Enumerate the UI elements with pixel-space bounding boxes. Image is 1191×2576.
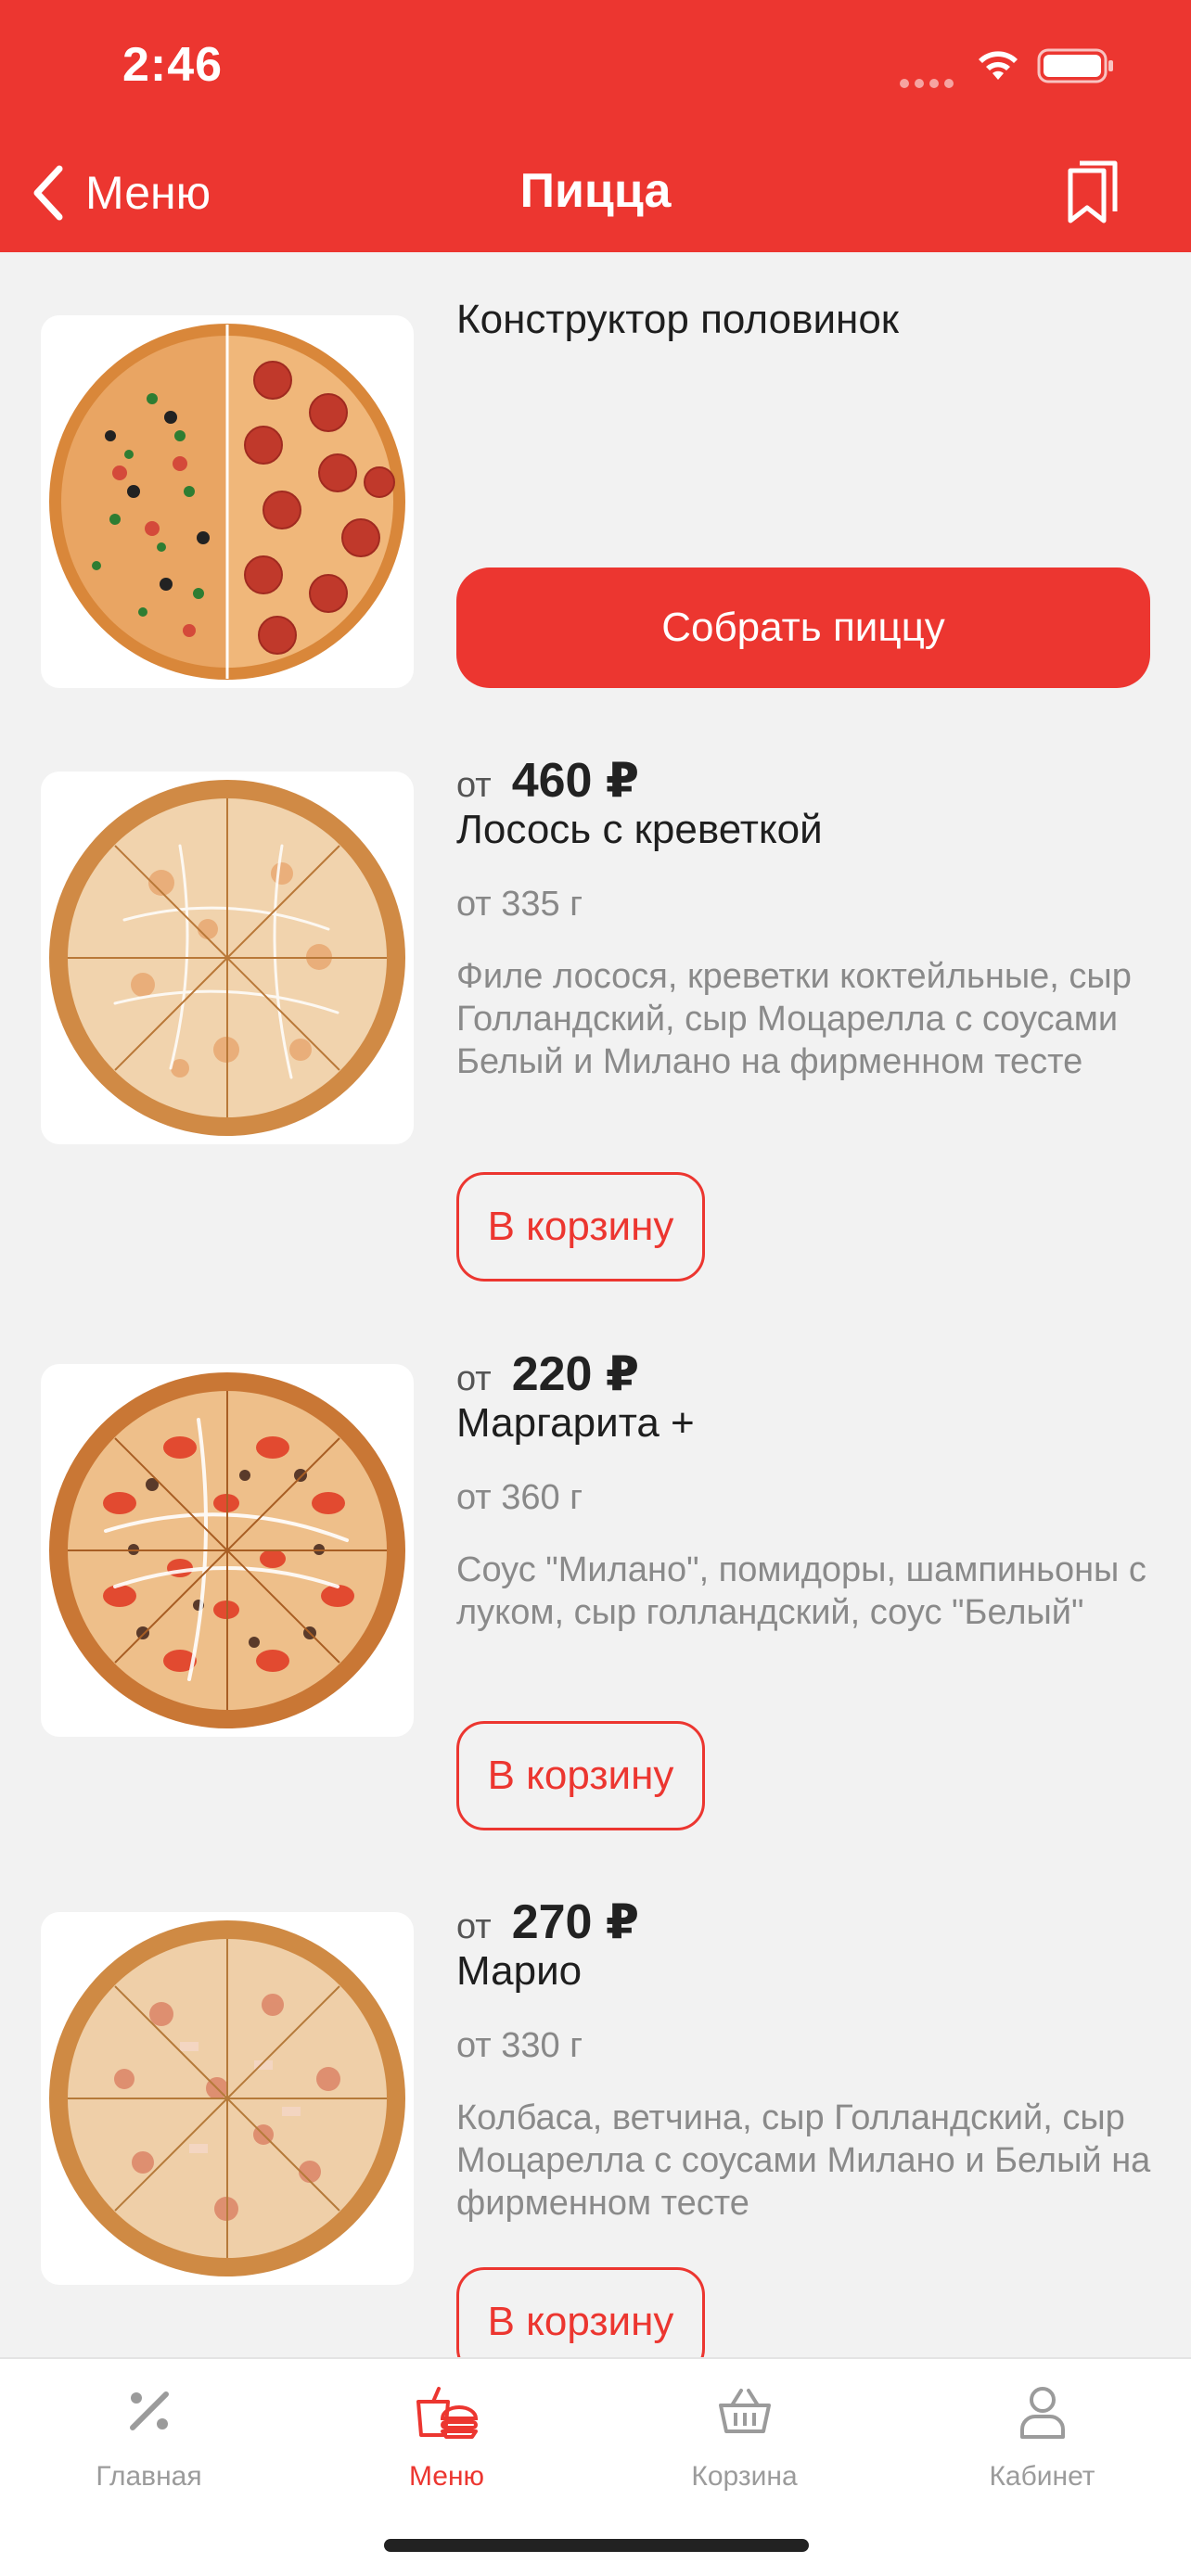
user-icon bbox=[1019, 2387, 1065, 2439]
price-value: 460 ₽ bbox=[511, 754, 640, 808]
list-item: от 220 ₽ Маргарита + от 360 г Соус "Мила… bbox=[0, 1346, 1191, 1830]
item-weight: от 330 г bbox=[456, 2026, 583, 2065]
status-time: 2:46 bbox=[122, 38, 224, 92]
price-prefix: от bbox=[456, 766, 492, 805]
item-description: Соус "Милано", помидоры, шампиньоны с лу… bbox=[456, 1550, 1146, 1632]
bookmark-icon bbox=[1068, 160, 1118, 223]
bookmarks-button[interactable] bbox=[1065, 159, 1124, 231]
tab-account[interactable]: Кабинет bbox=[893, 2359, 1191, 2526]
item-description: Филе лосося, креветки коктейльные, сыр Г… bbox=[456, 957, 1132, 1081]
header-bar: 2:46 Меню Пицца bbox=[0, 0, 1191, 252]
tab-label: Корзина bbox=[691, 2461, 798, 2492]
cellular-signal-icon bbox=[900, 76, 959, 93]
wifi-icon bbox=[979, 51, 1018, 80]
price-prefix: от bbox=[456, 1359, 492, 1398]
price-value: 220 ₽ bbox=[511, 1347, 640, 1401]
item-name: Лосось с креветкой bbox=[456, 807, 823, 852]
price-prefix: от bbox=[456, 1907, 492, 1946]
food-menu-icon bbox=[416, 2387, 478, 2439]
tab-menu[interactable]: Меню bbox=[298, 2359, 596, 2526]
item-weight: от 360 г bbox=[456, 1478, 583, 1517]
list-item: от 270 ₽ Марио от 330 г Колбаса, ветчина… bbox=[0, 1894, 1191, 2357]
price: от 270 ₽ bbox=[456, 1894, 639, 1950]
item-name: Марио bbox=[456, 1948, 583, 1994]
price: от 460 ₽ bbox=[456, 753, 639, 809]
tab-cart[interactable]: Корзина bbox=[596, 2359, 893, 2526]
tab-label: Главная bbox=[96, 2461, 202, 2492]
constructor-pizza-image[interactable] bbox=[41, 315, 414, 688]
add-to-cart-button[interactable]: В корзину bbox=[456, 1172, 705, 1282]
tab-home[interactable]: Главная bbox=[0, 2359, 298, 2526]
constructor-title: Конструктор половинок bbox=[456, 297, 900, 342]
page-title: Пицца bbox=[519, 164, 672, 218]
product-list[interactable]: Конструктор половинок Собрать пиццу от 4… bbox=[0, 252, 1191, 2357]
battery-icon bbox=[1037, 48, 1113, 83]
add-to-cart-button[interactable]: В корзину bbox=[456, 1721, 705, 1830]
price-value: 270 ₽ bbox=[511, 1895, 640, 1949]
percent-icon bbox=[129, 2391, 169, 2430]
price: от 220 ₽ bbox=[456, 1346, 639, 1402]
list-item: от 460 ₽ Лосось с креветкой от 335 г Фил… bbox=[0, 753, 1191, 1282]
basket-icon bbox=[718, 2389, 771, 2433]
home-indicator[interactable] bbox=[384, 2539, 809, 2552]
tab-label: Меню bbox=[408, 2461, 485, 2492]
tab-label: Кабинет bbox=[989, 2461, 1095, 2492]
item-description: Колбаса, ветчина, сыр Голландский, сыр М… bbox=[456, 2098, 1151, 2223]
add-to-cart-button[interactable]: В корзину bbox=[456, 2267, 705, 2357]
item-name: Маргарита + bbox=[456, 1400, 695, 1446]
build-pizza-button[interactable]: Собрать пиццу bbox=[456, 567, 1150, 688]
item-weight: от 335 г bbox=[456, 885, 583, 924]
